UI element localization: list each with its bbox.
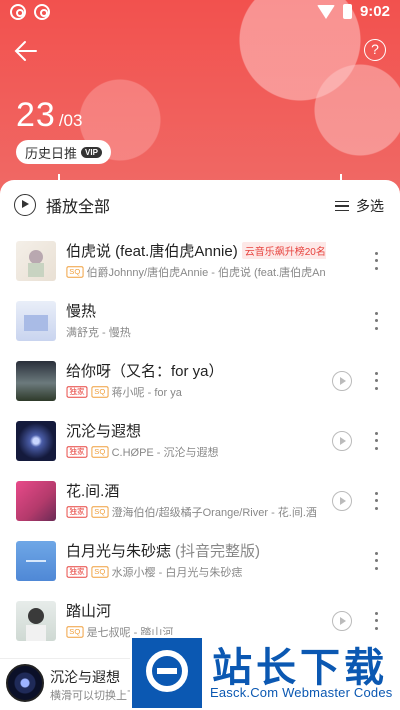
battery-icon <box>342 4 352 19</box>
exclusive-tag: 独家 <box>66 445 88 458</box>
more-icon[interactable] <box>370 250 382 272</box>
mv-play-icon[interactable] <box>332 371 352 391</box>
watermark-subtitle: Easck.Com Webmaster Codes <box>210 685 393 700</box>
exclusive-tag: 独家 <box>66 565 88 578</box>
mini-player-title: 沉沦与遐想 <box>50 669 120 685</box>
status-time: 9:02 <box>359 3 390 20</box>
play-circle-icon <box>14 194 36 216</box>
play-all-label: 播放全部 <box>46 199 111 216</box>
rank-badge: 云音乐飙升榜20名 <box>241 241 326 259</box>
song-sheet: 播放全部 多选 伯虎说 (feat.唐伯虎Annie) 云音乐飙升榜20名 SQ… <box>0 174 400 710</box>
sq-tag: SQ <box>91 565 109 578</box>
song-title: 给你呀（又名：for ya） <box>66 362 224 380</box>
sq-tag: SQ <box>66 625 84 638</box>
song-cover <box>16 541 56 581</box>
sq-tag: SQ <box>91 385 109 398</box>
song-cover <box>16 421 56 461</box>
date-month: /03 <box>58 111 83 130</box>
list-item[interactable]: 慢热 满舒克 - 慢热 <box>0 291 400 351</box>
help-button[interactable]: ? <box>364 39 386 61</box>
list-item[interactable]: 伯虎说 (feat.唐伯虎Annie) 云音乐飙升榜20名 SQ 伯爵Johnn… <box>0 231 400 291</box>
song-title: 沉沦与遐想 <box>66 422 142 440</box>
song-artist: 满舒克 - 慢热 <box>66 326 131 339</box>
date-day: 23 <box>16 96 56 134</box>
song-title: 慢热 <box>66 302 97 320</box>
song-artist: C.HØPE - 沉沦与遐想 <box>111 446 219 459</box>
list-item[interactable]: 给你呀（又名：for ya） 独家 SQ 蒋小呢 - for ya <box>0 351 400 411</box>
more-icon[interactable] <box>370 430 382 452</box>
song-title: 踏山河 <box>66 602 112 620</box>
list-item[interactable]: 花.间.酒 独家 SQ 澄海伯伯/超级橘子Orange/River - 花.间.… <box>0 471 400 531</box>
sq-tag: SQ <box>91 445 109 458</box>
list-item[interactable]: 沉沦与遐想 独家 SQ C.HØPE - 沉沦与遐想 <box>0 411 400 471</box>
mv-play-icon[interactable] <box>332 611 352 631</box>
question-icon: ? <box>371 41 379 57</box>
exclusive-tag: 独家 <box>66 385 88 398</box>
list-toolbar: 播放全部 多选 <box>0 180 400 230</box>
multi-select-label: 多选 <box>356 198 384 214</box>
song-list: 伯虎说 (feat.唐伯虎Annie) 云音乐飙升榜20名 SQ 伯爵Johnn… <box>0 231 400 651</box>
back-button[interactable] <box>14 40 40 62</box>
song-cover <box>16 361 56 401</box>
song-title: 伯虎说 (feat.唐伯虎Annie) <box>66 242 238 260</box>
more-icon[interactable] <box>370 370 382 392</box>
song-artist: 澄海伯伯/超级橘子Orange/River - 花.间.酒 <box>111 506 317 519</box>
song-cover <box>16 601 56 641</box>
mini-player-cover <box>6 664 44 702</box>
song-artist: 水源小樱 - 白月光与朱砂痣 <box>111 566 243 579</box>
song-cover <box>16 481 56 521</box>
header-banner: 9:02 ? 23 /03 历史日推 VIP <box>0 0 400 200</box>
wifi-icon <box>316 4 335 19</box>
mv-play-icon[interactable] <box>332 491 352 511</box>
list-icon <box>335 200 349 212</box>
netease-icon <box>10 4 26 20</box>
song-artist: 蒋小呢 - for ya <box>111 386 182 399</box>
song-cover <box>16 241 56 281</box>
list-item[interactable]: 白月光与朱砂痣 (抖音完整版) 独家 SQ 水源小樱 - 白月光与朱砂痣 <box>0 531 400 591</box>
more-icon[interactable] <box>370 550 382 572</box>
song-cover <box>16 301 56 341</box>
more-icon[interactable] <box>370 310 382 332</box>
arrow-left-icon <box>14 41 37 61</box>
more-icon[interactable] <box>370 490 382 512</box>
netease-icon <box>34 4 50 20</box>
play-all-button[interactable]: 播放全部 <box>14 193 110 217</box>
song-artist: 伯爵Johnny/唐伯虎Annie - 伯虎说 (feat.唐伯虎Annie) <box>86 266 326 279</box>
history-recommend-button[interactable]: 历史日推 VIP <box>16 140 111 164</box>
multi-select-button[interactable]: 多选 <box>335 196 384 216</box>
watermark-overlay: 站长下载 Easck.Com Webmaster Codes <box>130 635 400 710</box>
watermark-logo-icon <box>132 638 202 708</box>
date-display: 23 /03 <box>16 96 82 135</box>
mv-play-icon[interactable] <box>332 431 352 451</box>
exclusive-tag: 独家 <box>66 505 88 518</box>
song-title: 白月光与朱砂痣 <box>66 542 172 560</box>
more-icon[interactable] <box>370 610 382 632</box>
song-title-extra: (抖音完整版) <box>175 542 261 560</box>
song-title: 花.间.酒 <box>66 482 120 500</box>
vip-badge: VIP <box>81 146 102 158</box>
sq-tag: SQ <box>66 265 84 278</box>
status-bar: 9:02 <box>0 0 400 26</box>
history-label: 历史日推 <box>25 145 78 161</box>
sq-tag: SQ <box>91 505 109 518</box>
